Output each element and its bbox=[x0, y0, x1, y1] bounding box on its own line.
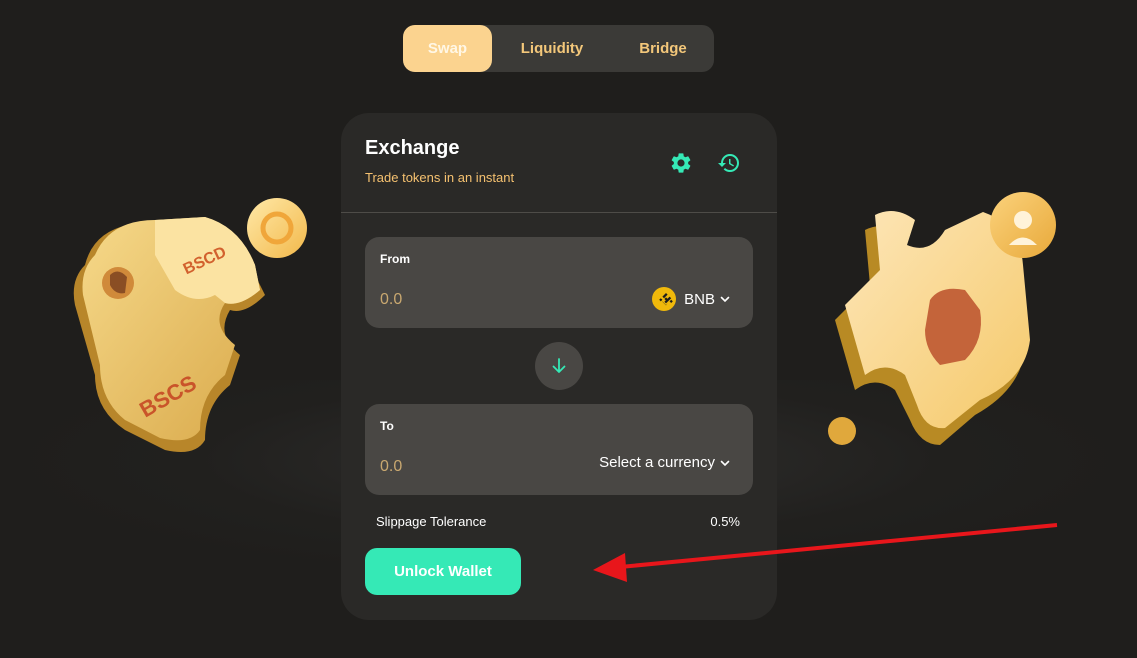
tab-liquidity[interactable]: Liquidity bbox=[492, 25, 612, 72]
from-label: From bbox=[380, 252, 410, 266]
exchange-title: Exchange bbox=[365, 137, 460, 159]
from-token-selector[interactable]: BNB bbox=[652, 287, 731, 311]
slippage-label: Slippage Tolerance bbox=[376, 514, 487, 529]
settings-button[interactable] bbox=[669, 151, 693, 175]
tab-swap[interactable]: Swap bbox=[403, 25, 492, 72]
history-button[interactable] bbox=[717, 151, 741, 175]
bnb-icon bbox=[652, 287, 677, 311]
chevron-down-icon bbox=[720, 460, 730, 466]
right-puzzle-illustration bbox=[828, 192, 1056, 445]
to-token-selector[interactable]: Select a currency bbox=[599, 454, 731, 471]
arrow-down-icon bbox=[552, 358, 566, 373]
slippage-value: 0.5% bbox=[710, 514, 740, 529]
to-panel: To Select a currency bbox=[365, 404, 753, 495]
history-icon bbox=[718, 154, 739, 172]
to-label: To bbox=[380, 419, 394, 433]
exchange-subtitle: Trade tokens in an instant bbox=[365, 170, 515, 185]
to-token-label: Select a currency bbox=[599, 454, 715, 471]
tab-bridge[interactable]: Bridge bbox=[612, 25, 714, 72]
switch-direction-button[interactable] bbox=[535, 342, 583, 390]
unlock-wallet-button[interactable]: Unlock Wallet bbox=[365, 548, 521, 595]
chevron-down-icon bbox=[720, 296, 730, 303]
from-panel: From BNB bbox=[365, 237, 753, 328]
header-divider bbox=[341, 212, 777, 213]
to-amount-input[interactable] bbox=[380, 456, 530, 478]
from-amount-input[interactable] bbox=[380, 289, 530, 311]
gear-icon bbox=[671, 153, 691, 173]
exchange-card: Exchange Trade tokens in an instant From… bbox=[341, 113, 777, 620]
from-token-label: BNB bbox=[684, 290, 715, 308]
left-puzzle-illustration: BSCD BSCS bbox=[73, 198, 307, 453]
top-tabs: Swap Liquidity Bridge bbox=[403, 25, 714, 72]
